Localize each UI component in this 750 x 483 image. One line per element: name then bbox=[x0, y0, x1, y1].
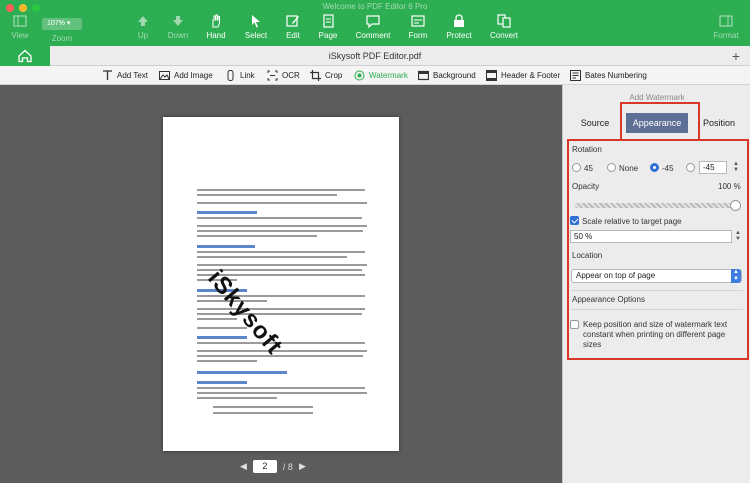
comment-button[interactable]: Comment bbox=[353, 14, 393, 40]
crop-tool[interactable]: Crop bbox=[310, 69, 342, 82]
opacity-slider[interactable] bbox=[575, 203, 735, 208]
document-canvas[interactable]: iSkysoft ◀ 2 / 8 ▶ bbox=[0, 85, 562, 483]
format-button[interactable]: Format bbox=[706, 14, 746, 40]
appearance-options-label: Appearance Options bbox=[572, 295, 645, 304]
zoom-label: Zoom bbox=[51, 34, 73, 43]
keep-position-checkbox[interactable] bbox=[570, 320, 579, 329]
rotation-45-radio[interactable] bbox=[572, 163, 581, 172]
form-button[interactable]: Form bbox=[398, 14, 438, 40]
tab-position[interactable]: Position bbox=[695, 113, 743, 133]
opacity-slider-thumb[interactable] bbox=[730, 200, 741, 211]
watermark-tool[interactable]: Watermark bbox=[354, 69, 408, 82]
link-icon bbox=[227, 70, 234, 81]
background-icon bbox=[418, 70, 429, 81]
panel-title: Add Watermark bbox=[629, 93, 685, 102]
scale-input[interactable]: 50 % bbox=[570, 230, 732, 243]
next-page-icon[interactable]: ▶ bbox=[299, 461, 306, 472]
highlight-tab bbox=[620, 102, 700, 141]
image-icon bbox=[159, 71, 170, 80]
comment-icon bbox=[366, 15, 380, 28]
lock-icon bbox=[454, 14, 464, 27]
page-total: / 8 bbox=[282, 461, 293, 472]
form-icon bbox=[411, 15, 425, 27]
rotation-45-label: 45 bbox=[584, 164, 593, 173]
tab-source[interactable]: Source bbox=[571, 113, 619, 133]
opacity-value: 100 % bbox=[718, 182, 741, 191]
main-toolbar: Welcome to PDF Editor 6 Pro View 107% ▾ … bbox=[0, 0, 750, 46]
rotation-custom-input[interactable]: -45 bbox=[699, 161, 727, 174]
page-navigator: ◀ 2 / 8 ▶ bbox=[240, 460, 306, 473]
scale-stepper[interactable]: ▲ ▼ bbox=[735, 230, 741, 243]
select-arrows-icon: ▲ ▼ bbox=[731, 269, 741, 283]
view-icon bbox=[13, 15, 27, 27]
hand-button[interactable]: Hand bbox=[196, 14, 236, 40]
location-select[interactable]: Appear on top of page ▲ ▼ bbox=[571, 269, 742, 283]
page-button[interactable]: Page bbox=[308, 14, 348, 40]
rotation-none-label: None bbox=[619, 164, 639, 173]
add-text-tool[interactable]: Add Text bbox=[102, 69, 148, 82]
rotation-custom-radio[interactable] bbox=[686, 163, 695, 172]
select-button[interactable]: Select bbox=[236, 14, 276, 40]
watermark-panel: Add Watermark Source Appearance Position… bbox=[562, 85, 750, 483]
divider bbox=[571, 309, 743, 310]
up-button[interactable]: Up bbox=[123, 14, 163, 40]
scale-label: Scale relative to target page bbox=[582, 217, 682, 226]
home-tab[interactable] bbox=[0, 46, 50, 66]
protect-button[interactable]: Protect bbox=[439, 14, 479, 40]
previous-page-icon[interactable]: ◀ bbox=[240, 461, 247, 472]
convert-icon bbox=[497, 14, 511, 28]
background-tool[interactable]: Background bbox=[418, 69, 476, 82]
bates-numbering-tool[interactable]: Bates Numbering bbox=[570, 69, 647, 82]
add-image-tool[interactable]: Add Image bbox=[159, 69, 213, 82]
watermark-icon bbox=[354, 70, 365, 81]
keep-position-label: Keep position and size of watermark text… bbox=[583, 320, 728, 349]
up-arrow-icon bbox=[138, 16, 148, 26]
header-footer-tool[interactable]: Header & Footer bbox=[486, 69, 560, 82]
ocr-tool[interactable]: OCR bbox=[267, 69, 300, 82]
rotation-none-radio[interactable] bbox=[607, 163, 616, 172]
convert-button[interactable]: Convert bbox=[484, 14, 524, 40]
rotation-label: Rotation bbox=[572, 145, 602, 154]
scale-checkbox[interactable] bbox=[570, 216, 579, 225]
edit-icon bbox=[286, 15, 299, 27]
document-tab[interactable]: iSkysoft PDF Editor.pdf bbox=[50, 46, 700, 66]
down-arrow-icon bbox=[173, 16, 183, 26]
zoom-select[interactable]: 107% ▾ bbox=[42, 18, 82, 30]
opacity-label: Opacity bbox=[572, 182, 600, 191]
location-label: Location bbox=[572, 251, 603, 260]
view-button[interactable]: View bbox=[0, 14, 40, 40]
edit-toolbar: Add Text Add Image Link OCR Crop Waterma… bbox=[0, 66, 750, 85]
pdf-page[interactable]: iSkysoft bbox=[163, 117, 399, 451]
cursor-icon bbox=[252, 15, 260, 28]
add-tab-button[interactable]: + bbox=[732, 48, 740, 64]
home-icon bbox=[18, 49, 32, 63]
link-tool[interactable]: Link bbox=[225, 69, 255, 82]
down-button[interactable]: Down bbox=[158, 14, 198, 40]
rotation-stepper[interactable]: ▲ ▼ bbox=[733, 161, 739, 174]
rotation-minus45-radio[interactable] bbox=[650, 163, 659, 172]
format-icon bbox=[719, 15, 733, 27]
document-tab-bar: iSkysoft PDF Editor.pdf + bbox=[0, 46, 750, 66]
window-title: Welcome to PDF Editor 6 Pro bbox=[322, 2, 428, 11]
header-footer-icon bbox=[486, 70, 497, 81]
bates-icon bbox=[570, 70, 581, 81]
page-icon bbox=[323, 14, 334, 28]
rotation-minus45-label: -45 bbox=[662, 164, 674, 173]
hand-icon bbox=[212, 14, 220, 28]
divider bbox=[571, 290, 743, 291]
crop-icon bbox=[310, 70, 321, 81]
ocr-icon bbox=[267, 70, 278, 81]
edit-button[interactable]: Edit bbox=[273, 14, 313, 40]
page-number-input[interactable]: 2 bbox=[252, 460, 277, 473]
text-icon bbox=[103, 70, 112, 80]
